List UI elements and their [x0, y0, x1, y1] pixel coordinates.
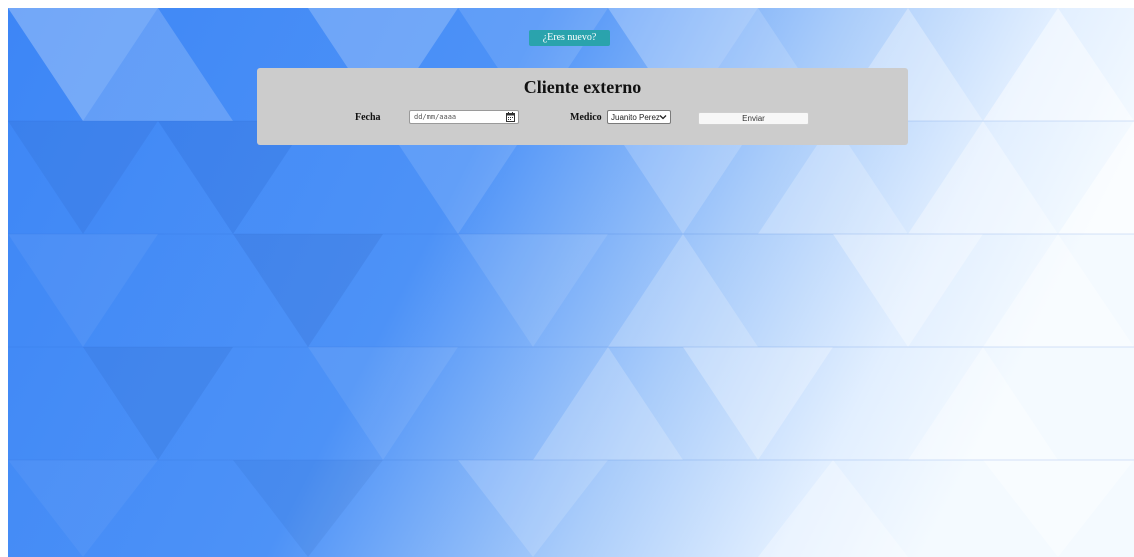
submit-button[interactable]: Enviar — [698, 112, 809, 125]
date-label: Fecha — [355, 112, 381, 123]
new-user-button[interactable]: ¿Eres nuevo? — [529, 30, 610, 46]
date-placeholder: dd/mm/aaaa — [414, 113, 457, 121]
form-title: Cliente externo — [523, 77, 642, 97]
chevron-down-icon — [659, 115, 667, 120]
date-input[interactable]: dd/mm/aaaa — [409, 110, 519, 124]
doctor-label: Medico — [570, 112, 602, 123]
doctor-select[interactable]: Juanito Perez — [607, 110, 671, 124]
page: ¿Eres nuevo? Cliente externo Fecha dd/mm… — [0, 0, 1134, 557]
calendar-icon[interactable] — [506, 112, 515, 122]
doctor-selected-value: Juanito Perez — [611, 113, 660, 122]
external-client-form: Cliente externo Fecha dd/mm/aaaa Medico … — [257, 68, 908, 145]
